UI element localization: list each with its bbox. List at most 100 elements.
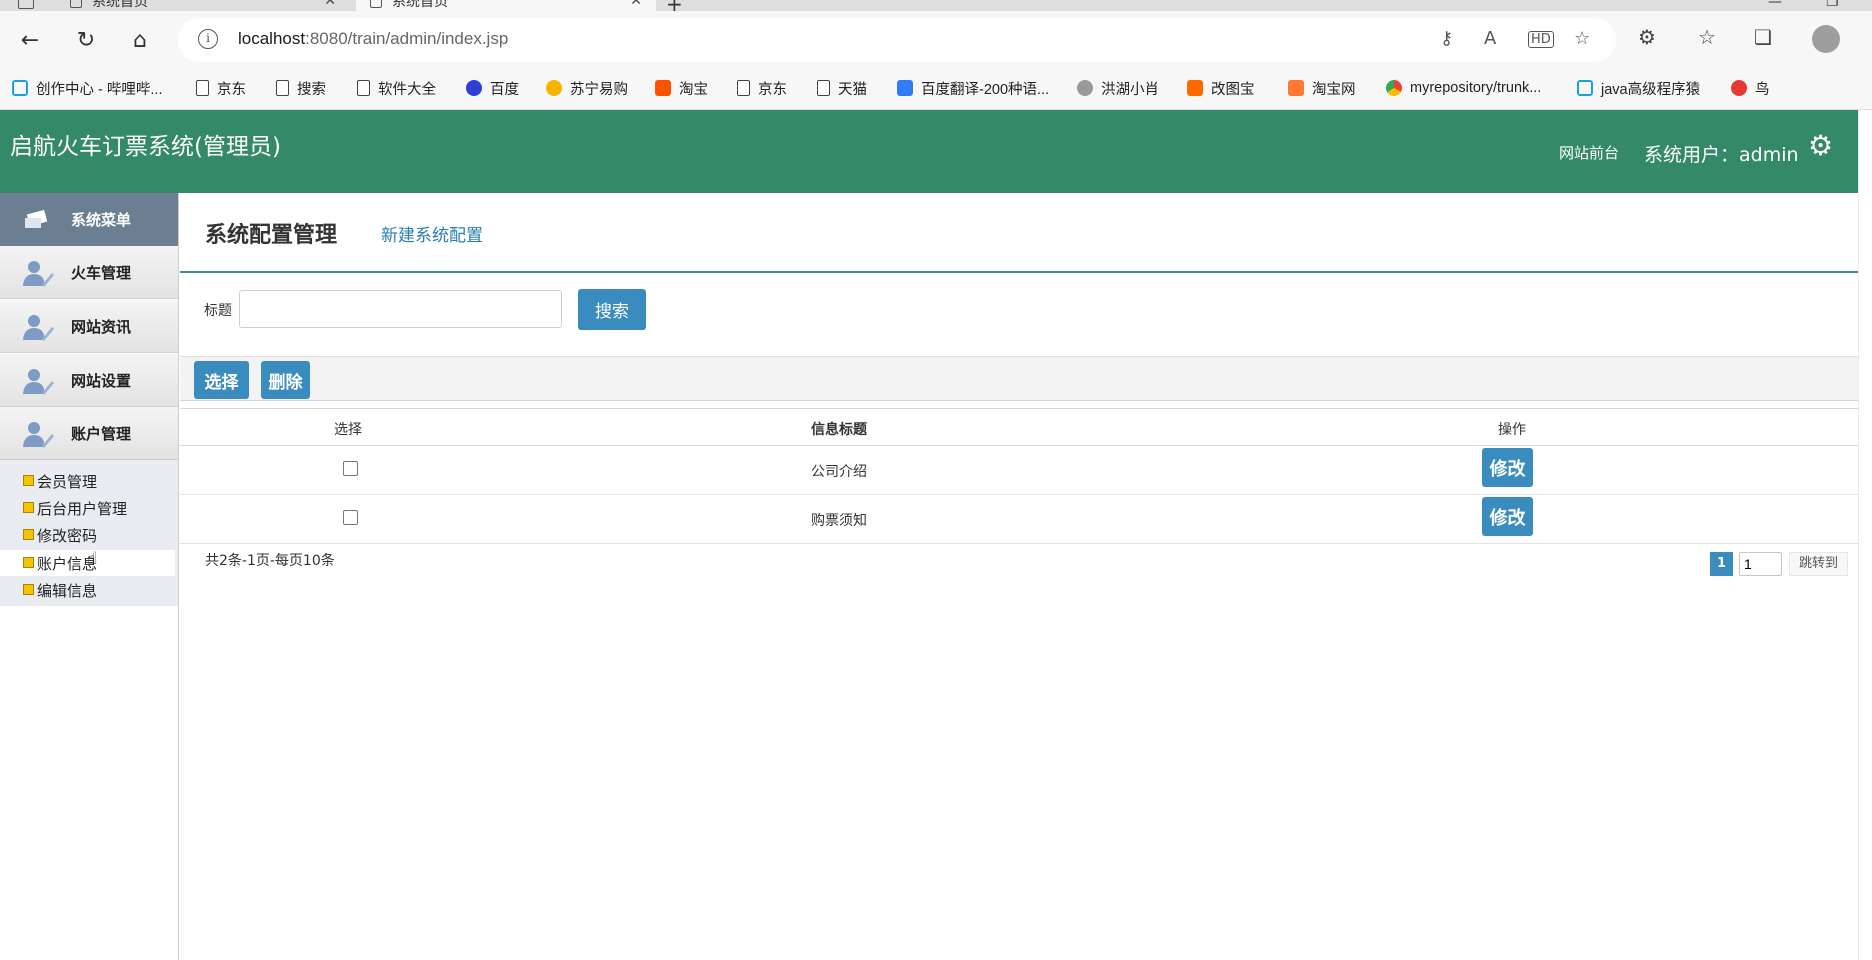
browser-tab-1[interactable]: 系统首页 ✕	[56, 0, 350, 11]
current-user-label: 系统用户：admin	[1644, 144, 1799, 166]
collections-icon[interactable]: ❏	[1754, 25, 1772, 49]
home-icon[interactable]: ⌂	[124, 24, 156, 56]
submenu-item-admin-users[interactable]: 后台用户管理	[0, 495, 175, 521]
sidebar-menu-title: 系统菜单	[71, 211, 132, 229]
pager-page-input[interactable]	[1739, 552, 1782, 576]
row-checkbox[interactable]	[343, 510, 358, 525]
bookmark-item[interactable]: 苏宁易购	[546, 77, 628, 99]
bookmark-label: 创作中心 - 哔哩哔...	[36, 81, 163, 98]
sidebar-item-label: 网站资讯	[71, 318, 132, 336]
bookmark-label: 软件大全	[378, 81, 436, 98]
sidebar-menu-header: 系统菜单	[0, 193, 178, 246]
bullet-square-icon	[23, 502, 34, 513]
bookmark-label: 洪湖小肖	[1101, 81, 1159, 98]
page-icon	[737, 80, 750, 96]
chrome-icon	[1386, 80, 1402, 96]
bookmark-label: 京东	[758, 81, 787, 98]
edit-button[interactable]: 修改	[1482, 448, 1533, 487]
bookmark-item[interactable]: 百度	[466, 77, 519, 99]
submenu-label: 编辑信息	[37, 582, 98, 600]
browser-tab-2[interactable]: 系统首页 ✕	[356, 0, 656, 11]
select-button[interactable]: 选择	[194, 361, 249, 399]
bookmark-item[interactable]: 淘宝	[655, 77, 708, 99]
bilibili-icon	[1577, 80, 1593, 96]
edit-button[interactable]: 修改	[1482, 497, 1533, 536]
bookmark-item[interactable]: 京东	[737, 77, 787, 99]
sidebar-item-train[interactable]: 火车管理	[0, 246, 178, 299]
delete-button[interactable]: 删除	[261, 361, 310, 399]
bilibili-icon	[12, 80, 28, 96]
user-edit-icon	[23, 315, 54, 341]
table-row: 购票须知 修改	[180, 495, 1858, 544]
gear-icon[interactable]: ⚙	[1808, 132, 1833, 160]
close-icon[interactable]: ✕	[324, 0, 336, 9]
search-label: 标题	[204, 303, 232, 319]
search-button[interactable]: 搜索	[578, 289, 646, 330]
search-input[interactable]	[239, 290, 562, 328]
account-submenu: 会员管理 后台用户管理 修改密码 账户信息 编辑信息	[0, 460, 178, 606]
hand-cursor-icon: ☝	[87, 549, 98, 569]
bookmark-item[interactable]: 鸟	[1731, 77, 1770, 99]
sidebar-item-news[interactable]: 网站资讯	[0, 300, 178, 353]
row-checkbox[interactable]	[343, 461, 358, 476]
minimize-icon[interactable]: —	[1768, 0, 1782, 10]
url-field[interactable]: i localhost:8080/train/admin/index.jsp ⚷…	[178, 18, 1616, 62]
bullet-square-icon	[23, 475, 34, 486]
column-header: 选择	[334, 422, 362, 438]
page-icon	[370, 0, 382, 8]
bookmark-label: 淘宝网	[1312, 81, 1356, 98]
read-aloud-icon[interactable]: A	[1484, 28, 1496, 49]
front-site-link[interactable]: 网站前台	[1559, 142, 1619, 163]
key-icon[interactable]: ⚷	[1440, 28, 1453, 49]
bookmark-item[interactable]: 创作中心 - 哔哩哔...	[12, 77, 162, 99]
baidu-paw-icon	[466, 80, 482, 96]
favorite-star-icon[interactable]: ☆	[1574, 28, 1590, 49]
bookmark-item[interactable]: 软件大全	[357, 77, 436, 99]
table-header-row: 选择 信息标题 操作	[180, 408, 1858, 446]
user-edit-icon	[23, 369, 54, 395]
profile-avatar[interactable]	[1812, 25, 1840, 53]
submenu-item-edit-info[interactable]: 编辑信息	[0, 577, 175, 603]
bookmark-item[interactable]: 洪湖小肖	[1077, 77, 1159, 99]
bookmark-label: 百度翻译-200种语...	[921, 81, 1050, 98]
tab-title: 系统首页	[92, 0, 148, 10]
bookmark-item[interactable]: myrepository/trunk...	[1386, 77, 1541, 99]
site-info-icon[interactable]: i	[198, 29, 218, 49]
hd-icon[interactable]: HD	[1528, 31, 1554, 48]
new-config-link[interactable]: 新建系统配置	[381, 221, 483, 246]
suning-lion-icon	[546, 80, 562, 96]
bookmark-item[interactable]: 改图宝	[1187, 77, 1255, 99]
submenu-item-members[interactable]: 会员管理	[0, 468, 175, 494]
title-divider	[180, 271, 1858, 273]
submenu-item-change-password[interactable]: 修改密码	[0, 522, 175, 548]
page-icon	[276, 80, 289, 96]
sidebar-item-account[interactable]: 账户管理	[0, 407, 178, 460]
menu-cards-icon	[25, 209, 48, 228]
refresh-icon[interactable]: ↻	[70, 24, 102, 56]
taobao-icon	[655, 80, 671, 96]
new-tab-icon[interactable]: +	[666, 0, 683, 11]
pager-jump-button[interactable]: 跳转到	[1789, 552, 1848, 576]
row-title: 公司介绍	[811, 464, 867, 480]
bookmark-label: 改图宝	[1211, 81, 1255, 98]
bookmark-item[interactable]: 百度翻译-200种语...	[897, 77, 1049, 99]
sidebar-item-settings[interactable]: 网站设置	[0, 354, 178, 407]
favorites-list-icon[interactable]: ☆	[1698, 25, 1716, 49]
sidebar-toggle-icon[interactable]	[18, 0, 34, 9]
bookmark-item[interactable]: java高级程序猿	[1577, 77, 1700, 99]
sidebar-item-label: 网站设置	[71, 372, 132, 390]
user-edit-icon	[23, 261, 54, 287]
close-icon[interactable]: ✕	[630, 0, 642, 9]
bookmark-item[interactable]: 淘宝网	[1288, 77, 1356, 99]
page-scrollbar[interactable]	[1858, 110, 1872, 960]
extensions-icon[interactable]: ⚙	[1638, 25, 1656, 49]
page-icon	[357, 80, 370, 96]
restore-icon[interactable]: ❐	[1826, 0, 1839, 10]
taobao-icon	[1288, 80, 1304, 96]
bookmark-item[interactable]: 京东	[196, 77, 246, 99]
bookmark-item[interactable]: 搜索	[276, 77, 326, 99]
url-path: :8080/train/admin/index.jsp	[305, 29, 509, 48]
bookmark-item[interactable]: 天猫	[817, 77, 867, 99]
pager-current-page[interactable]: 1	[1710, 552, 1733, 576]
back-arrow-icon[interactable]: ←	[14, 24, 46, 56]
